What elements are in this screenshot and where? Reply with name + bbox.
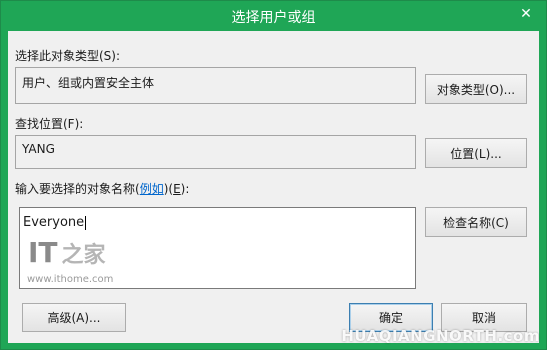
object-names-label: 输入要选择的对象名称(例如)(E): bbox=[15, 182, 190, 196]
object-type-value: 用户、组或内置安全主体 bbox=[22, 76, 155, 90]
object-type-label: 选择此对象类型(S): bbox=[15, 49, 121, 63]
ithome-logo: IT 之家 bbox=[28, 236, 106, 269]
close-button[interactable]: ✕ bbox=[512, 3, 540, 25]
location-value: YANG bbox=[22, 142, 55, 156]
location-label: 查找位置(F): bbox=[15, 117, 84, 131]
object-names-input[interactable]: Everyone IT 之家 www.ithome.com bbox=[19, 207, 416, 289]
examples-link[interactable]: 例如 bbox=[140, 182, 164, 196]
close-icon: ✕ bbox=[520, 6, 532, 22]
window-title: 选择用户或组 bbox=[231, 10, 316, 26]
title-bar: 选择用户或组 ✕ bbox=[1, 1, 546, 31]
dialog-body: 选择此对象类型(S): 用户、组或内置安全主体 对象类型(O)... 查找位置(… bbox=[8, 31, 539, 343]
advanced-button[interactable]: 高级(A)... bbox=[22, 303, 126, 332]
select-users-or-groups-dialog: 选择用户或组 ✕ 选择此对象类型(S): 用户、组或内置安全主体 对象类型(O)… bbox=[0, 0, 547, 350]
ithome-url-watermark: www.ithome.com bbox=[27, 274, 114, 285]
huaqiangnorth-watermark: HUAQIANGNORTH.com bbox=[341, 327, 540, 345]
object-type-field: 用户、组或内置安全主体 bbox=[15, 67, 416, 104]
check-names-button[interactable]: 检查名称(C) bbox=[425, 207, 527, 237]
locations-button[interactable]: 位置(L)... bbox=[425, 138, 527, 168]
object-names-value: Everyone bbox=[23, 215, 85, 230]
text-caret bbox=[85, 215, 87, 230]
object-types-button[interactable]: 对象类型(O)... bbox=[425, 74, 527, 104]
location-field: YANG bbox=[15, 135, 416, 169]
